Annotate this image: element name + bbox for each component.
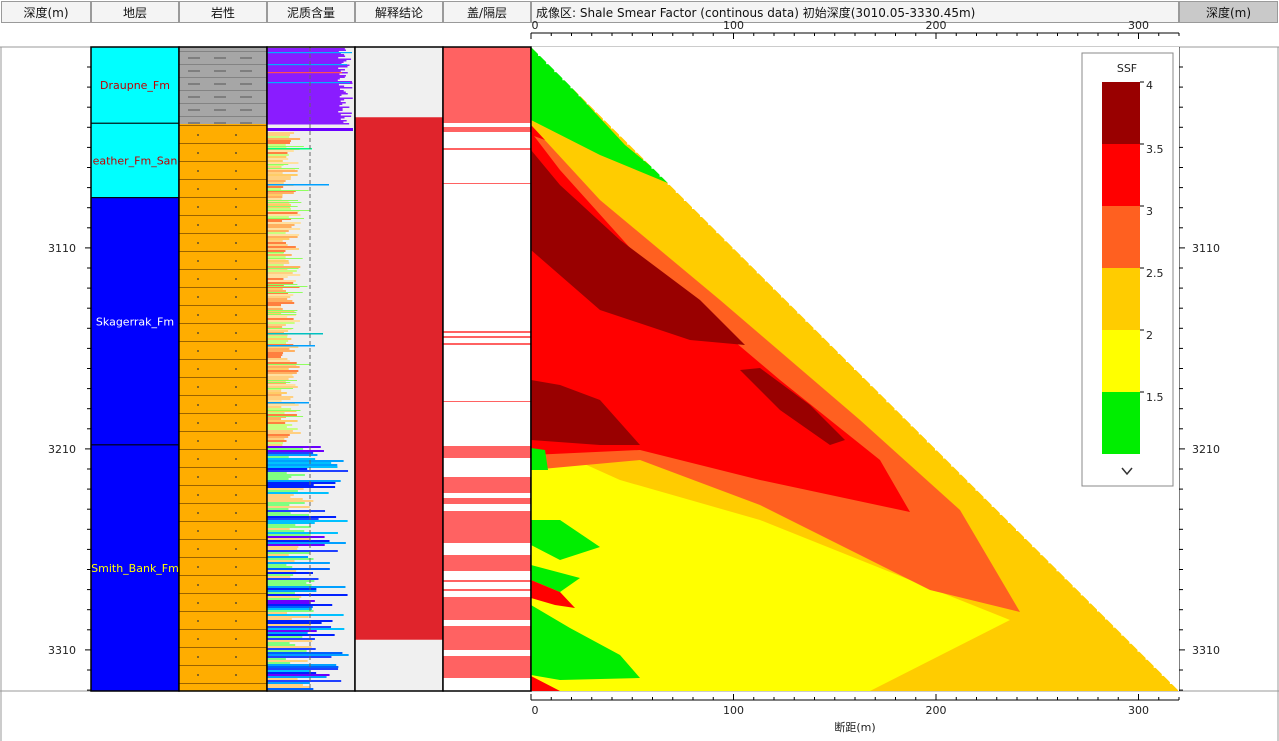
seal-band <box>443 589 531 591</box>
x-axis-bottom: 0 100 200 300 <box>530 694 1180 717</box>
legend-title: SSF <box>1117 62 1137 75</box>
x-tick-label-top: 200 <box>926 19 947 32</box>
depth-label-left: 3210 <box>48 443 76 456</box>
shale-content-track <box>266 46 356 692</box>
x-axis-top: 0 100 200 300 <box>530 19 1180 39</box>
seal-band <box>443 626 531 650</box>
seal-band <box>443 148 531 150</box>
seal-band <box>443 656 531 678</box>
seal-band <box>443 331 531 333</box>
depth-label-right: 3310 <box>1192 644 1220 657</box>
seal-band <box>443 336 531 338</box>
lithology-track <box>178 46 268 692</box>
depth-label-right: 3110 <box>1192 242 1220 255</box>
legend-swatch <box>1102 206 1140 268</box>
seal-band <box>443 597 531 620</box>
legend-swatch <box>1102 330 1140 392</box>
legend-label: 2.5 <box>1146 267 1164 280</box>
x-tick-label-bottom: 100 <box>723 704 744 717</box>
legend-label: 4 <box>1146 79 1153 92</box>
seal-band <box>443 401 531 402</box>
x-tick-label-bottom: 200 <box>926 704 947 717</box>
x-tick-label-bottom: 0 <box>532 704 539 717</box>
x-tick-label-top: 100 <box>723 19 744 32</box>
depth-label-left: 3110 <box>48 242 76 255</box>
interpretation-track <box>354 46 444 692</box>
interpretation-band <box>355 639 443 691</box>
strata-label: eather_Fm_San <box>93 154 178 167</box>
strata-label: Draupne_Fm <box>100 79 170 92</box>
legend-swatch <box>1102 268 1140 330</box>
x-tick-label-top: 0 <box>532 19 539 32</box>
legend-label: 3 <box>1146 205 1153 218</box>
strata-track: Draupne_Fm eather_Fm_San Skagerrak_Fm Smith… <box>90 46 180 692</box>
seal-band <box>443 477 531 493</box>
seal-band <box>443 446 531 458</box>
seal-band <box>443 183 531 184</box>
x-axis-label: 断距(m) <box>834 720 875 734</box>
seal-band <box>443 511 531 543</box>
seal-band <box>443 498 531 504</box>
legend-swatch <box>1102 82 1140 144</box>
seal-band <box>443 580 531 582</box>
strata-label: Skagerrak_Fm <box>96 315 174 328</box>
depth-label-right: 3210 <box>1192 443 1220 456</box>
interpretation-band <box>355 117 443 640</box>
seal-band <box>443 47 531 123</box>
x-tick-label-bottom: 300 <box>1128 704 1149 717</box>
depth-axis-left: 3110 3210 3310 <box>48 47 92 691</box>
legend-swatch <box>1102 392 1140 454</box>
ssf-legend[interactable]: SSF 4 3.5 3 2.5 2 1.5 <box>1081 52 1174 487</box>
seal-track <box>442 46 532 692</box>
seal-band <box>443 127 531 132</box>
legend-label: 3.5 <box>1146 143 1164 156</box>
interpretation-band <box>355 47 443 118</box>
legend-swatch <box>1102 144 1140 206</box>
strata-label: Smith_Bank_Fm <box>91 562 179 575</box>
depth-axis-right: 3110 3210 3310 <box>1178 47 1220 691</box>
legend-label: 1.5 <box>1146 391 1164 404</box>
log-panel: 3110 3210 3310 3110 3210 3310 Draupne_Fmeath… <box>0 19 1279 741</box>
seal-band <box>443 343 531 345</box>
seal-band <box>443 555 531 571</box>
x-tick-label-top: 300 <box>1128 19 1149 32</box>
legend-label: 2 <box>1146 329 1153 342</box>
depth-label-left: 3310 <box>48 644 76 657</box>
